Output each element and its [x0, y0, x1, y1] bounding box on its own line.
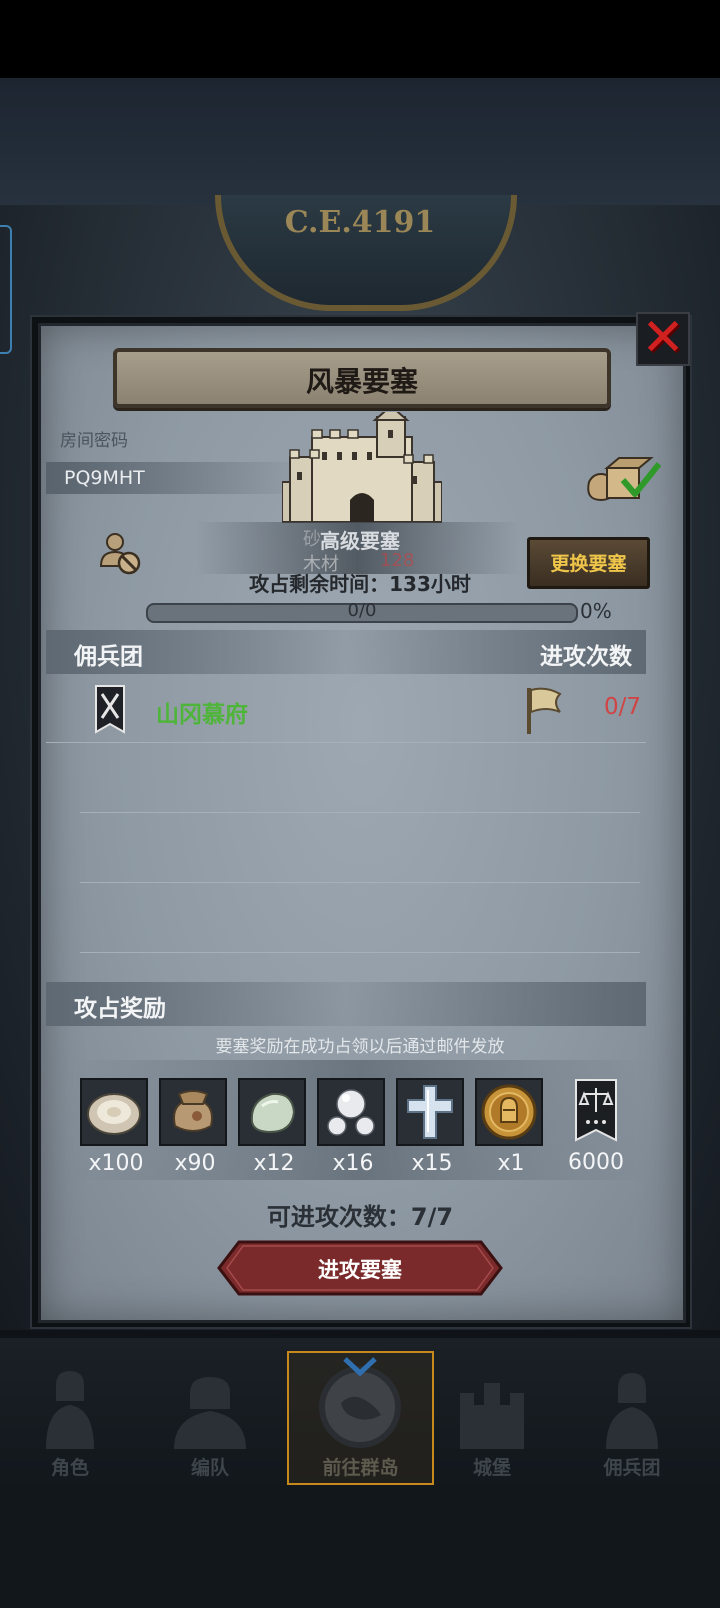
reward-slot [396, 1078, 464, 1146]
title-banner: 风暴要塞 [113, 348, 611, 408]
reward-item[interactable]: x100 [80, 1078, 152, 1176]
room-code-strip: PQ9MHT [46, 462, 306, 494]
side-tab[interactable] [0, 225, 12, 354]
reward-slot [80, 1078, 148, 1146]
reward-item[interactable]: x16 [317, 1078, 389, 1176]
nav-formation-label: 编队 [190, 1457, 229, 1479]
mercenary-banner-icon [95, 685, 125, 734]
reward-item[interactable]: x12 [238, 1078, 310, 1176]
nav-mercenary[interactable]: 佣兵团 [572, 1365, 692, 1479]
supply-check-icon [587, 457, 662, 502]
mercenary-attack-count: 0/7 [604, 694, 642, 720]
reward-slot [238, 1078, 306, 1146]
rewards-header-label: 攻占奖励 [74, 996, 166, 1022]
reward-quantity: x15 [411, 1151, 453, 1176]
pearls-icon [327, 1089, 375, 1136]
reward-item[interactable]: x1 [475, 1078, 547, 1176]
crystal-cross-icon [407, 1085, 453, 1139]
era-label: C.E.4191 [284, 205, 436, 240]
modal-title: 风暴要塞 [305, 365, 418, 398]
reward-item[interactable]: x90 [159, 1078, 231, 1176]
formation-icon [174, 1377, 246, 1449]
reward-slot [317, 1078, 385, 1146]
reward-quantity: 6000 [568, 1150, 624, 1175]
empty-row-divider [80, 882, 640, 883]
nav-castle-label: 城堡 [472, 1457, 511, 1479]
close-button[interactable]: ✕ [636, 308, 690, 368]
attacks-header-label: 进攻次数 [540, 644, 632, 670]
change-fortress-label: 更换要塞 [550, 553, 627, 575]
reward-quantity: x1 [497, 1151, 525, 1176]
progress-text: 0/0 [347, 600, 377, 621]
change-fortress-button[interactable]: 更换要塞 [527, 537, 650, 589]
justice-banner-icon [575, 1079, 617, 1142]
castle-icon [282, 412, 442, 523]
mercenary-nav-icon [606, 1373, 658, 1449]
nav-islands[interactable]: 前往群岛 [287, 1351, 434, 1485]
reward-slot [475, 1078, 543, 1146]
bottom-area [0, 1488, 720, 1608]
block-user-icon[interactable] [98, 532, 142, 576]
empty-row-divider [80, 812, 640, 813]
attack-fortress-button[interactable]: 进攻要塞 [217, 1240, 503, 1296]
reward-quantity: x16 [332, 1151, 374, 1176]
mercenary-name: 山冈慕府 [156, 702, 248, 728]
nav-character[interactable]: 角色 [10, 1365, 130, 1479]
nav-mercenary-label: 佣兵团 [603, 1457, 661, 1479]
room-code-value: PQ9MHT [64, 467, 145, 489]
progress-percent: 0% [580, 599, 612, 623]
capture-progress-bar: 0/0 [146, 600, 578, 623]
background-upper [0, 78, 720, 208]
reward-quantity: x12 [253, 1151, 295, 1176]
mercenary-header: 佣兵团 进攻次数 [46, 630, 646, 674]
nav-castle[interactable]: 城堡 [432, 1365, 552, 1479]
mercenary-row[interactable]: 山冈慕府 0/7 [46, 682, 646, 743]
close-icon: ✕ [641, 308, 685, 368]
oyster-icon [87, 1093, 141, 1135]
jade-stone-icon [250, 1092, 296, 1134]
reward-quantity: x100 [88, 1151, 144, 1176]
reward-item[interactable]: 6000 [560, 1078, 632, 1175]
status-bar [0, 0, 720, 78]
reward-item[interactable]: x15 [396, 1078, 468, 1176]
room-code-label: 房间密码 [60, 431, 128, 451]
nav-character-label: 角色 [50, 1457, 89, 1479]
castle-nav-icon [460, 1383, 524, 1449]
reward-quantity: x90 [174, 1151, 216, 1176]
available-attacks: 可进攻次数：7/7 [266, 1203, 454, 1231]
sack-icon [173, 1090, 213, 1132]
empty-row-divider [80, 952, 640, 953]
nav-formation[interactable]: 编队 [150, 1365, 270, 1479]
attack-fortress-label: 进攻要塞 [318, 1258, 402, 1282]
rewards-header: 攻占奖励 [46, 982, 646, 1026]
flag-icon [527, 687, 562, 734]
knight-medal-icon [481, 1084, 537, 1140]
knight-icon [46, 1371, 94, 1449]
islands-compass-icon [319, 1357, 401, 1448]
rewards-note: 要塞奖励在成功占领以后通过邮件发放 [215, 1037, 505, 1057]
nav-islands-label: 前往群岛 [322, 1457, 399, 1479]
reward-slot [159, 1078, 227, 1146]
mercenary-header-label: 佣兵团 [74, 644, 143, 670]
